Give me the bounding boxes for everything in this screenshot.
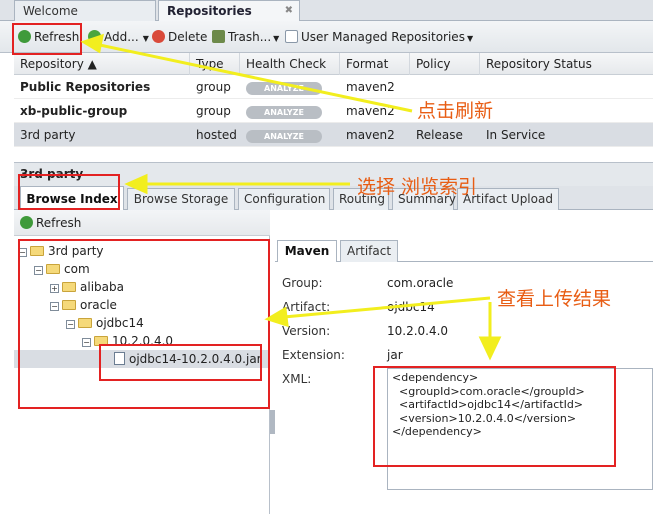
arrow-refresh-head [80,33,104,54]
annotation-browse-text: 选择 浏览索引 [357,176,478,198]
arrow-tree [283,296,491,319]
arrow-refresh [94,42,413,113]
annotation-result-text: 查看上传结果 [497,288,612,310]
annotation-arrows [80,33,502,361]
arrow-browse-index-head [124,173,148,195]
arrow-tree-head [264,306,289,328]
arrow-xml-head [478,336,502,361]
annotation-refresh-text: 点击刷新 [417,100,494,122]
